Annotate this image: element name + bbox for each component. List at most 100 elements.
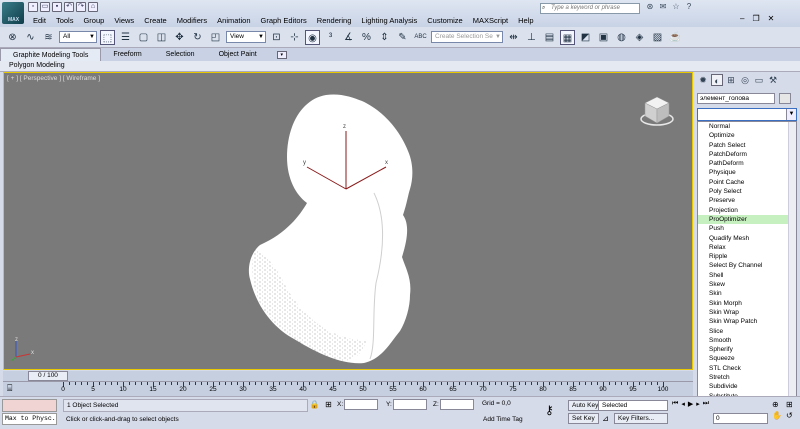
modifier-list-item[interactable]: Stretch <box>698 373 796 382</box>
graphite-toggle-icon[interactable]: ▦ <box>560 29 575 45</box>
maxscript-listener-box[interactable] <box>2 399 57 412</box>
modifier-list-dropdown[interactable]: ▼ <box>697 108 797 121</box>
rendered-frame-icon[interactable]: ▨ <box>650 30 665 45</box>
menu-help[interactable]: Help <box>513 15 538 26</box>
hierarchy-tab-icon[interactable]: ⊞ <box>725 74 737 86</box>
modifier-list-item[interactable]: Optimize <box>698 131 796 140</box>
modifier-list-item[interactable]: Point Cache <box>698 178 796 187</box>
create-tab-icon[interactable]: ✹ <box>697 74 709 86</box>
display-tab-icon[interactable]: ▭ <box>753 74 765 86</box>
polygon-modeling-panel[interactable]: Polygon Modeling <box>9 62 65 69</box>
modify-tab-icon[interactable]: ◐ <box>711 74 723 86</box>
modifier-list-item[interactable]: Skin <box>698 289 796 298</box>
mini-curve-editor-icon[interactable]: ⌸ <box>7 383 12 394</box>
lock-selection-icon[interactable]: 🔒 <box>309 399 320 410</box>
x-coord-field[interactable] <box>344 399 378 410</box>
project-folder-icon[interactable]: ⌂ <box>88 2 98 12</box>
mirror-icon[interactable]: ⇹ <box>506 30 521 45</box>
menu-edit[interactable]: Edit <box>28 15 51 26</box>
menu-maxscript[interactable]: MAXScript <box>468 15 513 26</box>
redo-icon[interactable]: ↷ <box>76 2 86 12</box>
tab-graphite-modeling-tools[interactable]: Graphite Modeling Tools <box>0 47 102 62</box>
named-selection-set-field[interactable]: Create Selection Se ▼ <box>431 31 503 43</box>
window-crossing-icon[interactable]: ◫ <box>154 30 169 45</box>
bust-wireframe-object[interactable] <box>4 73 693 370</box>
modifier-list-item[interactable]: Subdivide <box>698 382 796 391</box>
render-production-icon[interactable]: ☕ <box>668 30 683 45</box>
schematic-view-icon[interactable]: ▣ <box>596 30 611 45</box>
binoculars-icon[interactable]: ⊛ <box>645 2 655 12</box>
select-move-icon[interactable]: ✥ <box>172 30 187 45</box>
utilities-tab-icon[interactable]: ⚒ <box>767 74 779 86</box>
tab-freeform[interactable]: Freeform <box>101 48 153 61</box>
keyboard-shortcut-override-icon[interactable]: ◉ <box>305 29 320 45</box>
menu-customize[interactable]: Customize <box>422 15 467 26</box>
z-coord-field[interactable] <box>440 399 474 410</box>
app-logo-button[interactable]: MAX <box>2 2 24 24</box>
zoom-icon[interactable]: ⊕ <box>772 400 784 409</box>
select-scale-icon[interactable]: ◰ <box>208 30 223 45</box>
modifier-list-item[interactable]: Smooth <box>698 336 796 345</box>
zoom-all-icon[interactable]: ⊞ <box>786 400 798 409</box>
time-slider-thumb[interactable]: 0 / 100 <box>28 371 68 381</box>
previous-frame-icon[interactable]: ◂ <box>681 400 685 408</box>
modifier-list-item[interactable]: Patch Select <box>698 141 796 150</box>
modifier-list-item[interactable]: Select By Channel <box>698 261 796 270</box>
subscription-icon[interactable]: ✉ <box>658 2 668 12</box>
rect-selection-icon[interactable]: ▢ <box>136 30 151 45</box>
modifier-list-item[interactable]: Skew <box>698 280 796 289</box>
pan-icon[interactable]: ✋ <box>772 411 784 420</box>
add-time-tag[interactable]: Add Time Tag <box>483 414 523 425</box>
select-object-icon[interactable]: ⬚ <box>100 29 115 45</box>
curve-editor-icon[interactable]: ◩ <box>578 30 593 45</box>
abc-icon[interactable]: ABC <box>413 30 428 45</box>
menu-lighting-analysis[interactable]: Lighting Analysis <box>356 15 422 26</box>
y-coord-field[interactable] <box>393 399 427 410</box>
pivot-center-icon[interactable]: ⊡ <box>269 30 284 45</box>
timeline-ruler[interactable]: ⌸ 0 5 10 15 20 25 30 35 40 45 50 55 60 65 70 75 80 85 90 95… <box>3 382 693 396</box>
set-keys-key-icon[interactable]: ⚷ <box>545 403 554 417</box>
material-editor-icon[interactable]: ◍ <box>614 30 629 45</box>
restore-icon[interactable]: ❐ <box>752 14 759 23</box>
modifier-list-item[interactable]: Relax <box>698 243 796 252</box>
select-by-name-icon[interactable]: ☰ <box>118 30 133 45</box>
close-icon[interactable]: ✕ <box>768 14 775 23</box>
set-key-button[interactable]: Set Key <box>568 413 599 424</box>
manipulate-icon[interactable]: ⊹ <box>287 30 302 45</box>
ribbon-options-icon[interactable]: ▾ <box>276 50 287 59</box>
key-mode-dropdown[interactable]: Selected <box>598 400 668 411</box>
menu-create[interactable]: Create <box>139 15 172 26</box>
motion-tab-icon[interactable]: ◎ <box>739 74 751 86</box>
play-icon[interactable]: ▶ <box>688 400 693 408</box>
layer-manager-icon[interactable]: ▤ <box>542 30 557 45</box>
link-icon[interactable]: ⊗ <box>5 30 20 45</box>
render-setup-icon[interactable]: ◈ <box>632 30 647 45</box>
modifier-list-item[interactable]: Physique <box>698 168 796 177</box>
key-filter-icon[interactable]: ⊿ <box>600 413 611 424</box>
menu-group[interactable]: Group <box>78 15 109 26</box>
tab-object-paint[interactable]: Object Paint <box>207 48 269 61</box>
menu-views[interactable]: Views <box>109 15 139 26</box>
maxscript-mini-listener[interactable]: Max to Physc. <box>2 413 57 425</box>
modifier-list-item[interactable]: Shell <box>698 271 796 280</box>
open-file-icon[interactable]: ▭ <box>40 2 50 12</box>
perspective-viewport[interactable]: [ + ] [ Perspective ] [ Wireframe ] z y … <box>3 72 693 370</box>
selection-filter-dropdown[interactable]: All ▼ <box>59 31 97 43</box>
modifier-list-item[interactable]: Ripple <box>698 252 796 261</box>
next-frame-icon[interactable]: ▸ <box>696 400 700 408</box>
current-frame-field[interactable]: 0 <box>713 413 768 424</box>
viewcube[interactable] <box>640 93 674 127</box>
modifier-list-item[interactable]: STL Check <box>698 364 796 373</box>
spinner-snap-icon[interactable]: ⇕ <box>377 30 392 45</box>
modifier-list-item[interactable]: PatchDeform <box>698 150 796 159</box>
modifier-list-item[interactable]: Squeeze <box>698 354 796 363</box>
unlink-icon[interactable]: ∿ <box>23 30 38 45</box>
minimize-icon[interactable]: – <box>740 14 744 23</box>
key-filters-button[interactable]: Key Filters... <box>614 413 668 424</box>
undo-icon[interactable]: ↶ <box>64 2 74 12</box>
modifier-list-item[interactable]: PathDeform <box>698 159 796 168</box>
modifier-list-item[interactable]: Normal <box>698 122 796 131</box>
modifier-list-item[interactable]: Slice <box>698 327 796 336</box>
align-icon[interactable]: ⊥ <box>524 30 539 45</box>
modifier-list-item[interactable]: Preserve <box>698 196 796 205</box>
